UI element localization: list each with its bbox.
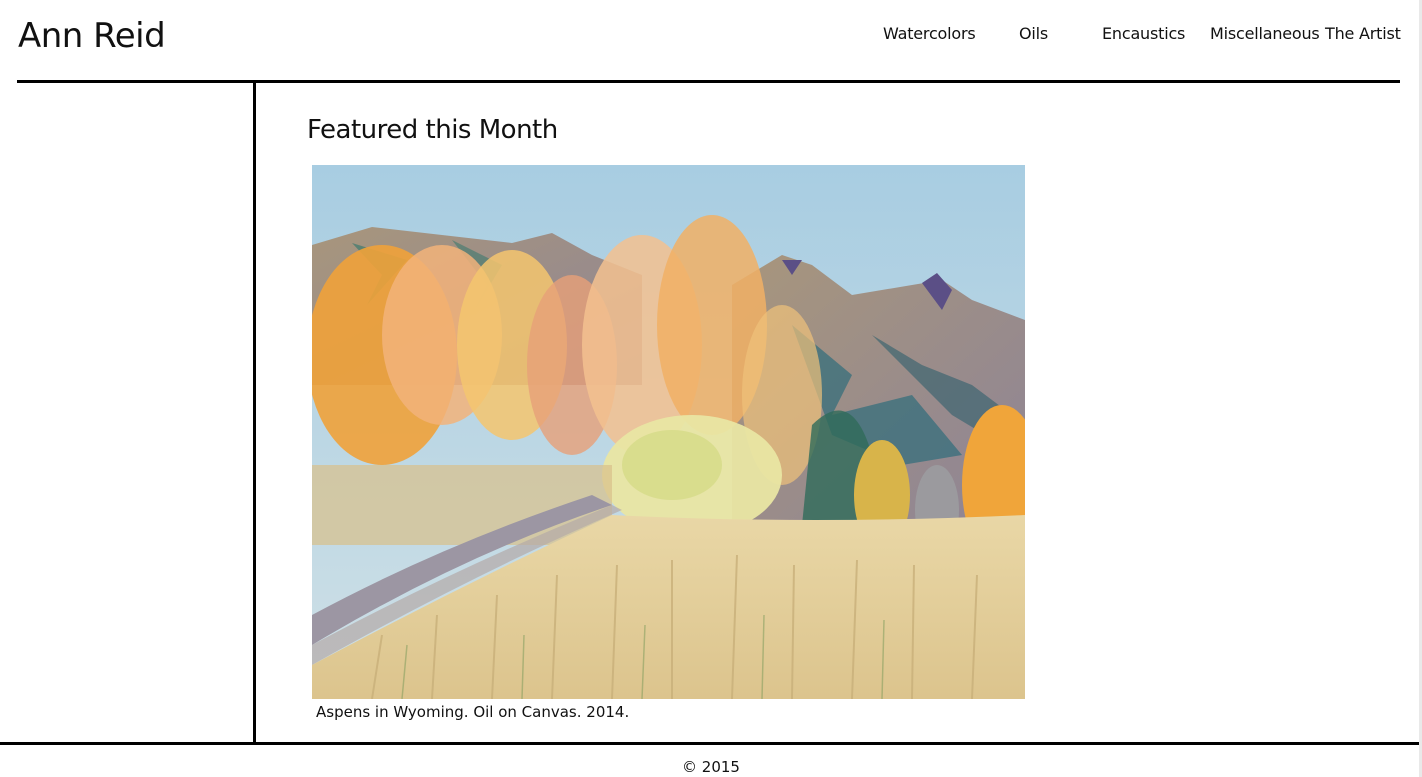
nav-item-miscellaneous[interactable]: Miscellaneous [1210,22,1320,46]
featured-painting[interactable] [312,165,1025,699]
nav-item-watercolors[interactable]: Watercolors [883,22,976,46]
footer-divider [0,742,1422,745]
copyright-text: © 2015 [682,758,740,776]
site-title[interactable]: Ann Reid [18,14,166,58]
nav-item-encaustics[interactable]: Encaustics [1102,22,1185,46]
nav-item-oils[interactable]: Oils [1019,22,1048,46]
nav-item-the-artist[interactable]: The Artist [1325,22,1401,46]
sidebar-divider [253,83,256,743]
header-divider [17,80,1400,83]
featured-heading: Featured this Month [307,115,558,145]
featured-caption: Aspens in Wyoming. Oil on Canvas. 2014. [316,703,630,721]
